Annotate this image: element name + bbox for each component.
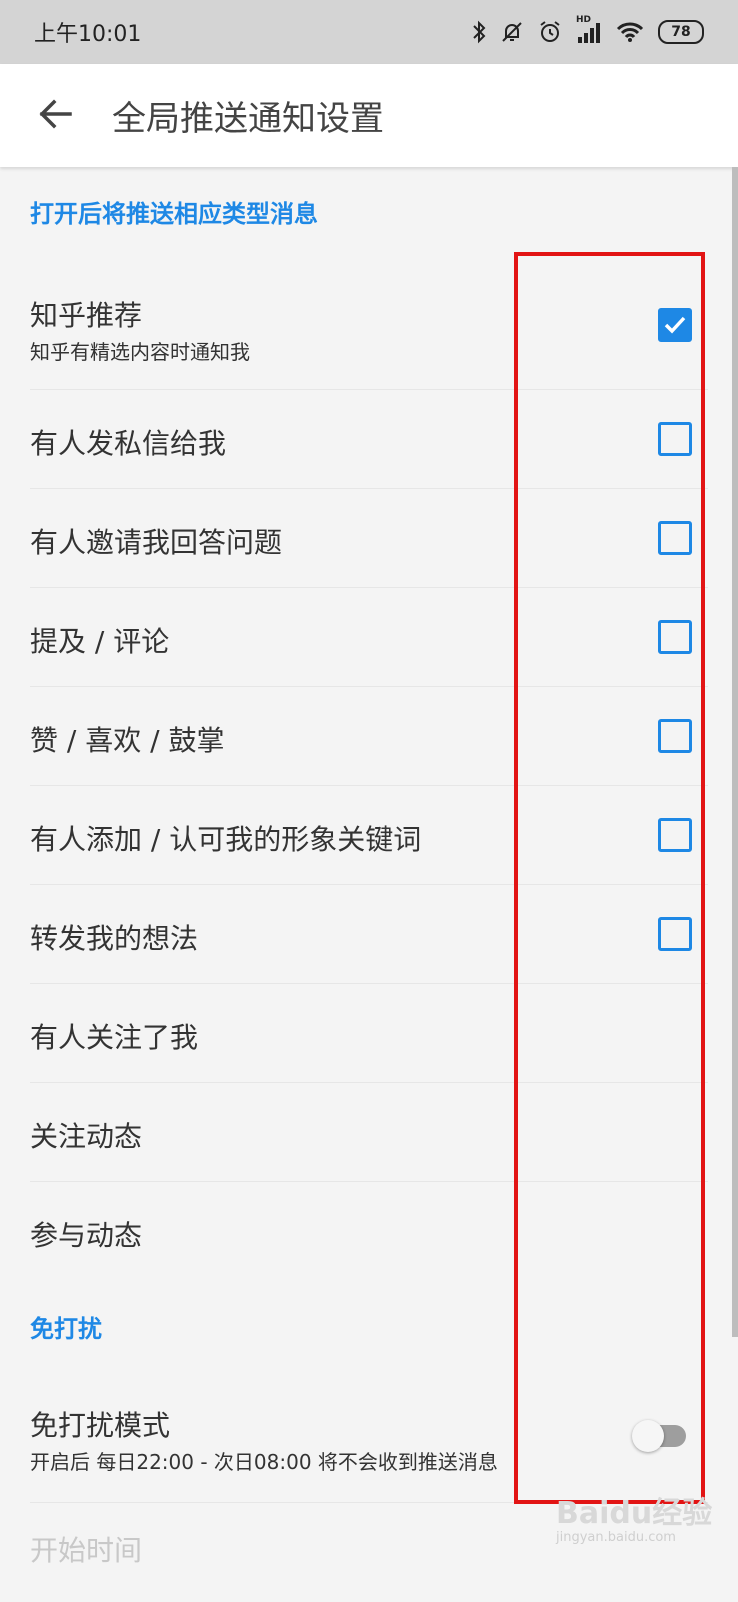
wifi-icon <box>616 21 644 43</box>
setting-label: 参与动态 <box>30 1219 143 1252</box>
baidu-watermark: Baidu经验 jingyan.baidu.com <box>556 1488 731 1548</box>
status-bar: 上午10:01 HD 78 <box>0 0 738 64</box>
watermark-url: jingyan.baidu.com <box>556 1530 676 1545</box>
back-button[interactable] <box>0 64 110 167</box>
section-header-push: 打开后将推送相应类型消息 <box>30 200 318 228</box>
setting-row-zhihu-recommend[interactable]: 知乎推荐 知乎有精选内容时通知我 <box>30 252 708 390</box>
mute-bell-icon <box>500 20 524 44</box>
arrow-left-icon <box>38 99 72 133</box>
setting-row-dnd-mode[interactable]: 免打扰模式 开启后 每日22:00 - 次日08:00 将不会收到推送消息 <box>30 1376 708 1503</box>
signal-icon: HD <box>576 15 602 43</box>
section-header-dnd: 免打扰 <box>30 1315 102 1343</box>
setting-description: 开启后 每日22:00 - 次日08:00 将不会收到推送消息 <box>30 1450 498 1474</box>
setting-label: 知乎推荐 <box>30 299 143 332</box>
checkbox-checked[interactable] <box>658 308 692 342</box>
setting-row-mention-comment[interactable]: 提及 / 评论 <box>30 588 708 687</box>
settings-list: 打开后将推送相应类型消息 知乎推荐 知乎有精选内容时通知我 有人发私信给我 有人… <box>0 167 738 1602</box>
setting-label: 有人关注了我 <box>30 1021 199 1054</box>
app-bar: 全局推送通知设置 <box>0 64 738 167</box>
status-icons: HD 78 <box>472 15 704 44</box>
dnd-toggle[interactable] <box>632 1420 688 1452</box>
battery-indicator: 78 <box>658 20 704 44</box>
setting-row-invite-answer[interactable]: 有人邀请我回答问题 <box>30 489 708 588</box>
setting-row-new-follower[interactable]: 有人关注了我 <box>30 984 708 1083</box>
setting-row-likes[interactable]: 赞 / 喜欢 / 鼓掌 <box>30 687 708 786</box>
setting-label: 有人发私信给我 <box>30 427 227 460</box>
checkbox-unchecked[interactable] <box>658 521 692 555</box>
setting-label: 关注动态 <box>30 1120 143 1153</box>
scrollbar[interactable] <box>732 167 738 1337</box>
setting-row-participation-activity[interactable]: 参与动态 <box>30 1182 708 1281</box>
bluetooth-icon <box>472 20 486 44</box>
page-title: 全局推送通知设置 <box>112 99 384 139</box>
status-time: 上午10:01 <box>34 22 142 47</box>
watermark-text: Baidu经验 <box>556 1496 713 1531</box>
setting-description: 知乎有精选内容时通知我 <box>30 340 250 364</box>
setting-label: 开始时间 <box>30 1534 143 1567</box>
checkbox-unchecked[interactable] <box>658 422 692 456</box>
checkbox-unchecked[interactable] <box>658 818 692 852</box>
setting-label: 赞 / 喜欢 / 鼓掌 <box>30 724 225 757</box>
setting-row-keywords[interactable]: 有人添加 / 认可我的形象关键词 <box>30 786 708 885</box>
setting-row-repost-thought[interactable]: 转发我的想法 <box>30 885 708 984</box>
setting-label: 免打扰模式 <box>30 1409 171 1442</box>
setting-row-private-message[interactable]: 有人发私信给我 <box>30 390 708 489</box>
toggle-thumb <box>632 1420 664 1452</box>
checkmark-icon <box>664 316 686 334</box>
alarm-icon <box>538 20 562 44</box>
network-type-label: HD <box>576 15 592 25</box>
setting-label: 转发我的想法 <box>30 922 199 955</box>
setting-label: 有人添加 / 认可我的形象关键词 <box>30 823 422 856</box>
setting-label: 提及 / 评论 <box>30 625 170 658</box>
setting-label: 有人邀请我回答问题 <box>30 526 283 559</box>
checkbox-unchecked[interactable] <box>658 719 692 753</box>
checkbox-unchecked[interactable] <box>658 917 692 951</box>
checkbox-unchecked[interactable] <box>658 620 692 654</box>
setting-row-following-activity[interactable]: 关注动态 <box>30 1083 708 1182</box>
